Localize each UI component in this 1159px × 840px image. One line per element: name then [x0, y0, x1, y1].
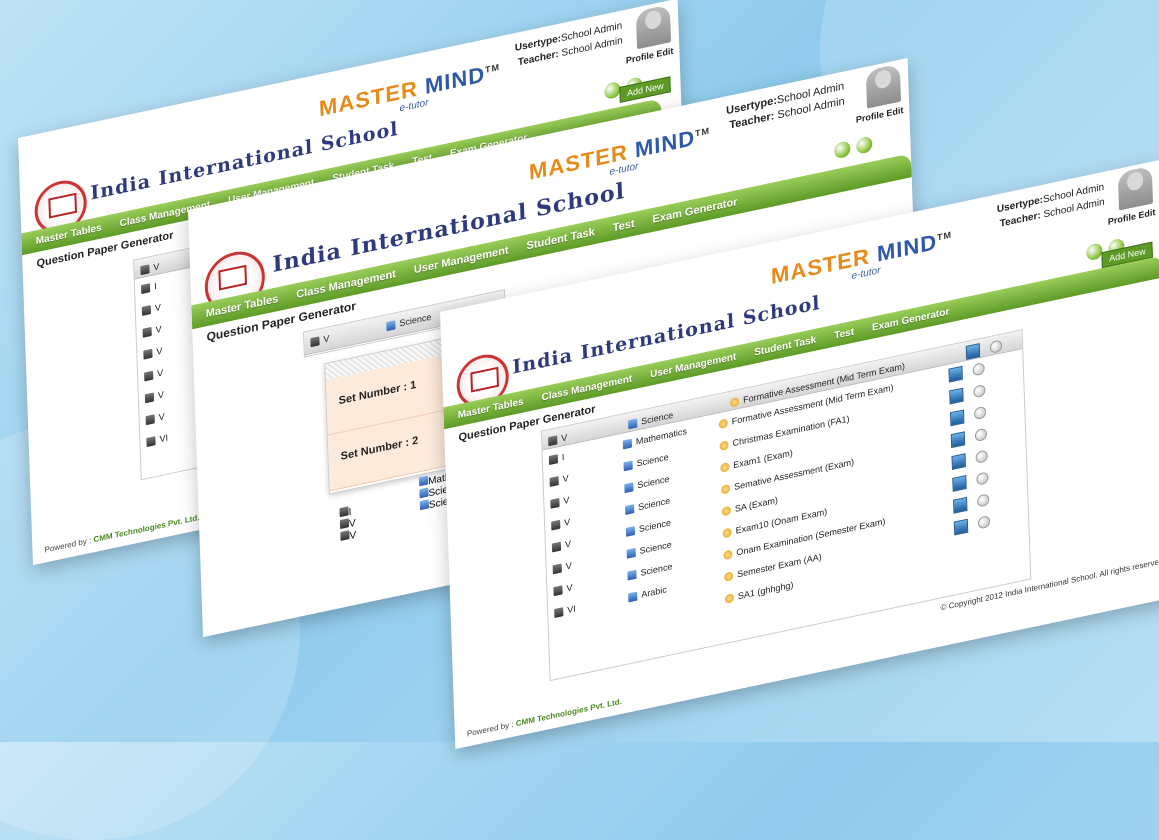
class-icon	[339, 518, 350, 530]
avatar[interactable]	[635, 4, 672, 50]
brand-logo: MASTER MINDTM	[528, 124, 711, 185]
exam-icon	[719, 439, 729, 451]
nav-student-task[interactable]: Student Task	[754, 334, 816, 358]
exam-icon	[724, 570, 734, 582]
exam-icon	[720, 461, 730, 473]
nav-exam-generator[interactable]: Exam Generator	[872, 306, 950, 333]
nav-user-management[interactable]: User Management	[650, 351, 736, 380]
edit-icon[interactable]	[953, 496, 968, 514]
edit-icon[interactable]	[948, 365, 963, 383]
edit-icon[interactable]	[952, 474, 967, 492]
exam-icon	[718, 417, 728, 429]
avatar[interactable]	[865, 63, 902, 109]
nav-student-task[interactable]: Student Task	[526, 226, 595, 252]
delete-icon[interactable]	[977, 493, 990, 508]
user-info: Usertype:School Admin Teacher: School Ad…	[514, 20, 623, 69]
book-icon	[419, 499, 430, 511]
edit-icon[interactable]	[951, 453, 966, 471]
delete-icon[interactable]	[974, 427, 988, 443]
class-icon	[548, 453, 559, 465]
middle-class-list: I V V	[339, 505, 356, 544]
brand-logo: MASTER MINDTM	[318, 61, 501, 122]
nav-user-management[interactable]: User Management	[414, 244, 509, 276]
class-icon	[144, 391, 155, 403]
class-icon	[141, 304, 152, 316]
edit-icon[interactable]	[953, 518, 969, 536]
exam-icon	[724, 592, 735, 604]
avatar[interactable]	[1117, 165, 1154, 211]
class-icon	[310, 335, 320, 347]
class-icon	[146, 435, 156, 447]
class-icon	[144, 370, 154, 381]
class-icon	[549, 475, 559, 487]
edit-icon[interactable]	[950, 431, 966, 449]
exam-icon	[729, 396, 740, 408]
class-icon	[143, 348, 153, 360]
book-icon	[386, 319, 396, 331]
class-icon	[145, 413, 155, 425]
class-icon	[551, 541, 562, 552]
class-icon	[340, 530, 350, 541]
exam-icon	[723, 548, 733, 560]
book-icon	[419, 487, 429, 499]
powered-by: Powered by : CMM Technologies Pvt. Ltd.	[466, 696, 622, 739]
action-column	[942, 357, 991, 563]
class-icon	[551, 519, 561, 531]
class-icon	[140, 282, 151, 294]
exam-link[interactable]: SA1 (ghhghg)	[738, 580, 794, 602]
delete-icon[interactable]	[973, 383, 986, 399]
delete-icon[interactable]	[977, 515, 991, 530]
home-icon[interactable]	[1086, 242, 1103, 262]
logout-icon[interactable]	[856, 135, 873, 155]
nav-test[interactable]: Test	[613, 218, 635, 235]
profile-edit-link[interactable]: Profile Edit	[856, 105, 904, 125]
book-icon	[628, 591, 638, 602]
delete-icon[interactable]	[973, 405, 987, 421]
book-icon	[624, 481, 634, 493]
class-column: I V V V V V V VI	[543, 435, 624, 647]
brand-logo: MASTER MINDTM	[770, 229, 953, 290]
edit-icon[interactable]	[949, 409, 965, 427]
book-icon	[622, 438, 633, 449]
exam-icon	[720, 483, 731, 495]
nav-class-management[interactable]: Class Management	[541, 373, 632, 403]
class-icon	[140, 263, 150, 275]
add-new-button[interactable]: Add New	[619, 76, 671, 103]
delete-icon[interactable]	[989, 339, 1003, 354]
book-icon	[627, 569, 637, 581]
edit-icon[interactable]	[949, 387, 964, 405]
book-icon	[625, 525, 636, 537]
book-icon	[418, 475, 429, 487]
exam-icon	[722, 527, 732, 538]
user-info: Usertype:School Admin Teacher: School Ad…	[725, 80, 845, 132]
nav-test[interactable]: Test	[834, 326, 854, 341]
delete-icon[interactable]	[976, 471, 989, 486]
nav-exam-generator[interactable]: Exam Generator	[652, 196, 737, 226]
subject-column: Mathematics Science Science Science Scie…	[616, 415, 719, 632]
class-icon	[339, 506, 349, 518]
home-icon[interactable]	[834, 140, 851, 160]
book-icon	[626, 547, 636, 559]
delete-icon[interactable]	[975, 449, 988, 464]
delete-icon[interactable]	[972, 362, 985, 377]
class-icon	[552, 562, 562, 574]
class-icon	[553, 584, 563, 596]
class-icon	[554, 606, 564, 618]
class-icon	[550, 497, 560, 509]
home-icon[interactable]	[604, 80, 621, 101]
class-icon	[142, 326, 152, 338]
book-icon	[628, 417, 638, 429]
exam-icon	[721, 505, 732, 517]
profile-edit-link[interactable]: Profile Edit	[1108, 207, 1156, 227]
class-icon	[548, 434, 558, 446]
profile-edit-link[interactable]: Profile Edit	[626, 46, 674, 66]
nav-class-management[interactable]: Class Management	[296, 268, 396, 301]
book-icon	[623, 459, 633, 471]
book-icon	[625, 503, 635, 515]
